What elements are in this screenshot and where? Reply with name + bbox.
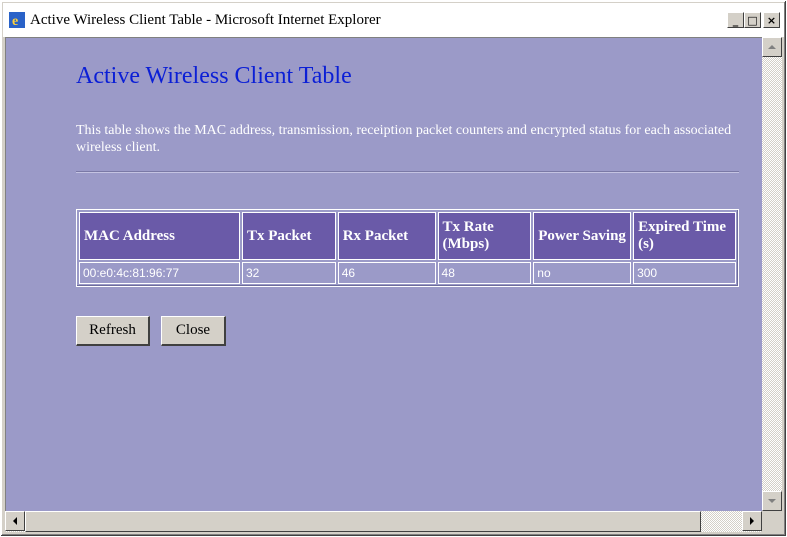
table-row: 00:e0:4c:81:96:77 32 46 48 no 300: [79, 262, 736, 284]
refresh-button[interactable]: Refresh: [76, 316, 150, 346]
scroll-down-button[interactable]: [762, 491, 782, 511]
close-button[interactable]: Close: [161, 316, 226, 346]
page-content: Active Wireless Client Table This table …: [5, 37, 762, 511]
scroll-up-button[interactable]: [762, 37, 782, 57]
maximize-icon: □: [747, 13, 758, 27]
cell-power-saving: no: [533, 262, 632, 284]
divider: [76, 171, 739, 173]
column-header-rx-packet: Rx Packet: [337, 212, 436, 260]
column-header-mac: MAC Address: [79, 212, 240, 260]
column-header-expired-time: Expired Time (s): [633, 212, 736, 260]
wireless-client-table: MAC Address Tx Packet Rx Packet Tx Rate …: [76, 209, 739, 287]
arrow-up-icon: [768, 45, 776, 49]
close-window-button[interactable]: ×: [763, 12, 780, 28]
cell-mac: 00:e0:4c:81:96:77: [79, 262, 240, 284]
title-bar[interactable]: e Active Wireless Client Table - Microso…: [3, 3, 784, 37]
scroll-right-button[interactable]: [742, 511, 762, 531]
cell-tx-packet: 32: [241, 262, 336, 284]
column-header-power-saving: Power Saving: [533, 212, 632, 260]
scroll-left-button[interactable]: [5, 511, 25, 531]
page-title: Active Wireless Client Table: [76, 63, 352, 89]
ie-icon[interactable]: e: [8, 12, 25, 29]
arrow-down-icon: [768, 499, 776, 503]
minimize-icon: _: [732, 13, 739, 27]
window-title: Active Wireless Client Table - Microsoft…: [30, 11, 381, 28]
arrow-left-icon: [13, 517, 17, 525]
maximize-button[interactable]: □: [744, 12, 761, 28]
vertical-scrollbar[interactable]: [762, 37, 782, 511]
column-header-tx-rate: Tx Rate (Mbps): [437, 212, 532, 260]
browser-window: e Active Wireless Client Table - Microso…: [0, 0, 787, 537]
arrow-right-icon: [750, 517, 754, 525]
svg-text:e: e: [12, 14, 18, 28]
cell-rx-packet: 46: [337, 262, 436, 284]
column-header-tx-packet: Tx Packet: [241, 212, 336, 260]
cell-tx-rate: 48: [437, 262, 532, 284]
table-header-row: MAC Address Tx Packet Rx Packet Tx Rate …: [79, 212, 736, 260]
scrollbar-corner: [762, 511, 782, 532]
horizontal-scroll-thumb[interactable]: [25, 511, 701, 532]
window-controls: _ □ ×: [727, 12, 780, 28]
horizontal-scrollbar[interactable]: [5, 511, 762, 532]
page-description: This table shows the MAC address, transm…: [76, 123, 732, 155]
close-icon: ×: [766, 13, 777, 27]
cell-expired-time: 300: [633, 262, 736, 284]
minimize-button[interactable]: _: [727, 12, 744, 28]
